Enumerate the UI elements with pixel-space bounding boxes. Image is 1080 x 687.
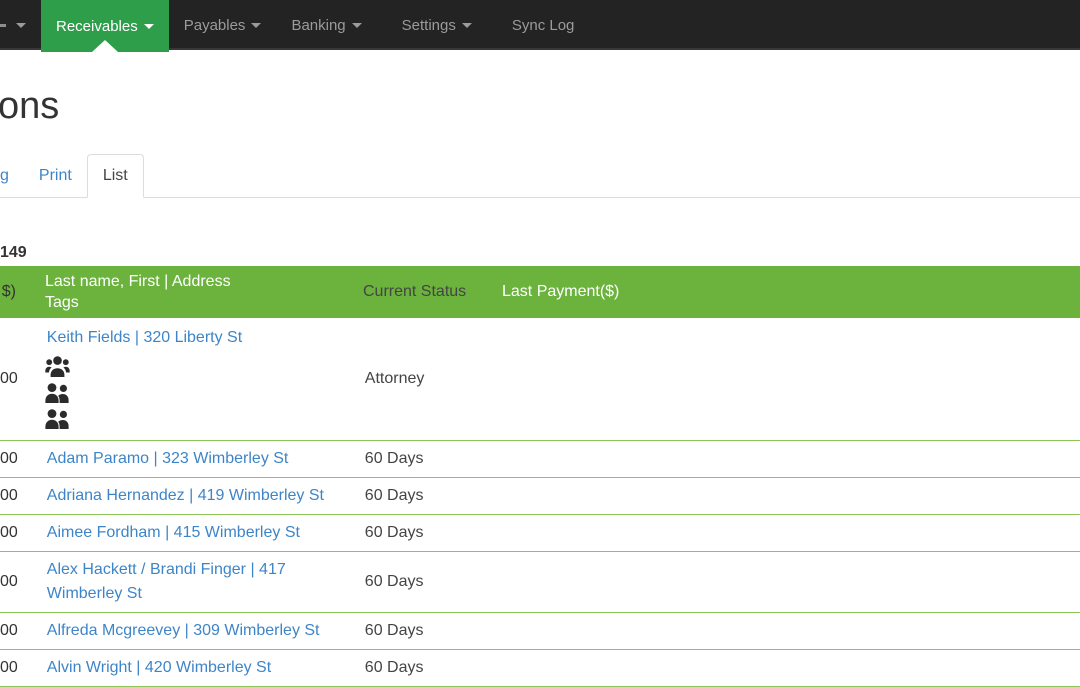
tab-list-label[interactable]: List <box>87 154 144 198</box>
name-cell: Alfreda Mcgreevey | 309 Wimberley St <box>32 613 365 649</box>
nav-item-partial[interactable] <box>0 0 41 50</box>
status-cell: Attorney <box>365 370 504 388</box>
tab-partial-label[interactable]: g <box>0 155 24 197</box>
users-icon <box>45 382 70 404</box>
table-row: 00 Keith Fields | 320 Liberty St <box>0 318 1080 441</box>
customer-link[interactable]: Adriana Hernandez | 419 Wimberley St <box>47 487 324 504</box>
top-nav-bar: Receivables Payables Banking Settings Sy… <box>0 0 1080 50</box>
tab-list[interactable]: List <box>87 154 144 197</box>
column-header-name-line1: Last name, First | Address <box>45 271 363 292</box>
nav-item-sync-log[interactable]: Sync Log <box>497 0 590 50</box>
column-header-name-line2: Tags <box>45 292 363 313</box>
nav-item-label: Receivables <box>56 18 138 35</box>
chevron-down-icon <box>144 24 154 29</box>
table-row: 00 Aimee Fordham | 415 Wimberley St 60 D… <box>0 515 1080 552</box>
tab-bar: g Print List <box>0 154 1080 198</box>
active-nav-notch <box>92 40 118 52</box>
customer-link[interactable]: Aimee Fordham | 415 Wimberley St <box>47 524 300 541</box>
amount-cell: 00 <box>0 487 32 505</box>
tab-print-label[interactable]: Print <box>24 155 87 197</box>
partial-text-fragment <box>0 24 6 27</box>
name-cell: Aimee Fordham | 415 Wimberley St <box>32 515 365 551</box>
amount-cell: 00 <box>0 370 32 388</box>
column-header-amount: $) <box>0 266 30 318</box>
table-row: 00 Alfreda Mcgreevey | 309 Wimberley St … <box>0 613 1080 650</box>
customer-link[interactable]: Alex Hackett / Brandi Finger | 417 Wimbe… <box>47 561 286 602</box>
status-cell: 60 Days <box>365 659 504 677</box>
chevron-down-icon <box>16 23 26 28</box>
status-cell: 60 Days <box>365 450 504 468</box>
nav-item-receivables[interactable]: Receivables <box>41 0 169 52</box>
amount-cell: 00 <box>0 659 32 677</box>
nav-item-payables[interactable]: Payables <box>169 0 277 50</box>
chevron-down-icon <box>462 23 472 28</box>
amount-cell: 00 <box>0 450 32 468</box>
nav-item-label: Banking <box>291 17 345 34</box>
users-icon <box>45 408 70 430</box>
customer-link[interactable]: Alvin Wright | 420 Wimberley St <box>47 659 271 676</box>
chevron-down-icon <box>352 23 362 28</box>
column-header-status: Current Status <box>363 266 502 318</box>
amount-cell: 00 <box>0 524 32 542</box>
column-header-payment: Last Payment($) <box>502 266 1080 318</box>
tab-print[interactable]: Print <box>24 155 87 197</box>
nav-item-label: Settings <box>402 17 456 34</box>
nav-item-label: Sync Log <box>512 17 575 34</box>
name-cell: Alex Hackett / Brandi Finger | 417 Wimbe… <box>32 552 365 612</box>
table-row: 00 Alvin Wright | 420 Wimberley St 60 Da… <box>0 650 1080 687</box>
column-header-name-tags: Last name, First | Address Tags <box>30 266 363 318</box>
customer-link[interactable]: Keith Fields | 320 Liberty St <box>47 326 242 350</box>
chevron-down-icon <box>251 23 261 28</box>
tag-icon-stack <box>45 356 70 430</box>
nav-item-label: Payables <box>184 17 246 34</box>
amount-cell: 00 <box>0 573 32 591</box>
nav-item-settings[interactable]: Settings <box>387 0 487 50</box>
name-cell: Adam Paramo | 323 Wimberley St <box>32 441 365 477</box>
status-cell: 60 Days <box>365 524 504 542</box>
status-cell: 60 Days <box>365 573 504 591</box>
name-cell: Keith Fields | 320 Liberty St <box>32 318 365 440</box>
collections-table: $) Last name, First | Address Tags Curre… <box>0 266 1080 687</box>
tab-partial[interactable]: g <box>0 155 24 197</box>
amount-cell: 00 <box>0 622 32 640</box>
customer-link[interactable]: Adam Paramo | 323 Wimberley St <box>47 450 289 467</box>
page-title: ons <box>0 84 1080 128</box>
table-header-row: $) Last name, First | Address Tags Curre… <box>0 266 1080 318</box>
table-row: 00 Adriana Hernandez | 419 Wimberley St … <box>0 478 1080 515</box>
record-count: 149 <box>0 244 1080 262</box>
table-row: 00 Alex Hackett / Brandi Finger | 417 Wi… <box>0 552 1080 613</box>
table-row: 00 Adam Paramo | 323 Wimberley St 60 Day… <box>0 441 1080 478</box>
nav-item-banking[interactable]: Banking <box>276 0 376 50</box>
status-cell: 60 Days <box>365 622 504 640</box>
customer-link[interactable]: Alfreda Mcgreevey | 309 Wimberley St <box>47 622 320 639</box>
name-cell: Alvin Wright | 420 Wimberley St <box>32 650 365 686</box>
status-cell: 60 Days <box>365 487 504 505</box>
name-cell: Adriana Hernandez | 419 Wimberley St <box>32 478 365 514</box>
users-group-icon <box>45 356 70 378</box>
